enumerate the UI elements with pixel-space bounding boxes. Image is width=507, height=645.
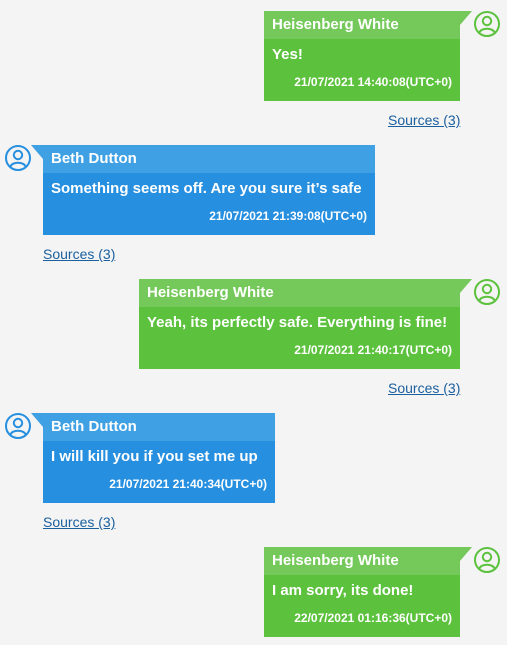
message-timestamp: 22/07/2021 01:16:36(UTC+0) bbox=[294, 611, 452, 625]
message-body: I will kill you if you set me up 21/07/2… bbox=[43, 441, 275, 503]
message-body: Yes! 21/07/2021 14:40:08(UTC+0) bbox=[264, 39, 460, 101]
message-text: Yes! bbox=[272, 46, 303, 63]
message-timestamp: 21/07/2021 21:40:34(UTC+0) bbox=[109, 477, 267, 491]
message-timestamp: 21/07/2021 21:39:08(UTC+0) bbox=[209, 209, 367, 223]
user-avatar-icon bbox=[5, 145, 31, 171]
sources-link[interactable]: Sources (3) bbox=[43, 514, 115, 530]
user-avatar-icon bbox=[474, 11, 500, 37]
message-text: Yeah, its perfectly safe. Everything is … bbox=[147, 314, 448, 331]
sender-name: Heisenberg White bbox=[139, 279, 460, 307]
message-text: Something seems off. Are you sure it’s s… bbox=[51, 180, 362, 197]
sender-name: Heisenberg White bbox=[264, 547, 460, 575]
sources-link[interactable]: Sources (3) bbox=[388, 112, 460, 128]
message-timestamp: 21/07/2021 21:40:17(UTC+0) bbox=[294, 343, 452, 357]
message-body: Yeah, its perfectly safe. Everything is … bbox=[139, 307, 460, 369]
message-bubble-outgoing: Heisenberg White I am sorry, its done! 2… bbox=[264, 547, 472, 637]
sender-name: Heisenberg White bbox=[264, 11, 460, 39]
sender-name: Beth Dutton bbox=[43, 145, 375, 173]
message-body: I am sorry, its done! 22/07/2021 01:16:3… bbox=[264, 575, 460, 637]
message-timestamp: 21/07/2021 14:40:08(UTC+0) bbox=[294, 75, 452, 89]
message-bubble-incoming: Beth Dutton Something seems off. Are you… bbox=[31, 145, 375, 235]
message-bubble-incoming: Beth Dutton I will kill you if you set m… bbox=[31, 413, 275, 503]
message-bubble-outgoing: Heisenberg White Yes! 21/07/2021 14:40:0… bbox=[264, 11, 472, 101]
sources-link[interactable]: Sources (3) bbox=[388, 380, 460, 396]
message-text: I will kill you if you set me up bbox=[51, 448, 258, 465]
user-avatar-icon bbox=[474, 547, 500, 573]
user-avatar-icon bbox=[5, 413, 31, 439]
sender-name: Beth Dutton bbox=[43, 413, 275, 441]
message-body: Something seems off. Are you sure it’s s… bbox=[43, 173, 375, 235]
message-text: I am sorry, its done! bbox=[272, 582, 414, 599]
user-avatar-icon bbox=[474, 279, 500, 305]
sources-link[interactable]: Sources (3) bbox=[43, 246, 115, 262]
message-bubble-outgoing: Heisenberg White Yeah, its perfectly saf… bbox=[139, 279, 472, 369]
